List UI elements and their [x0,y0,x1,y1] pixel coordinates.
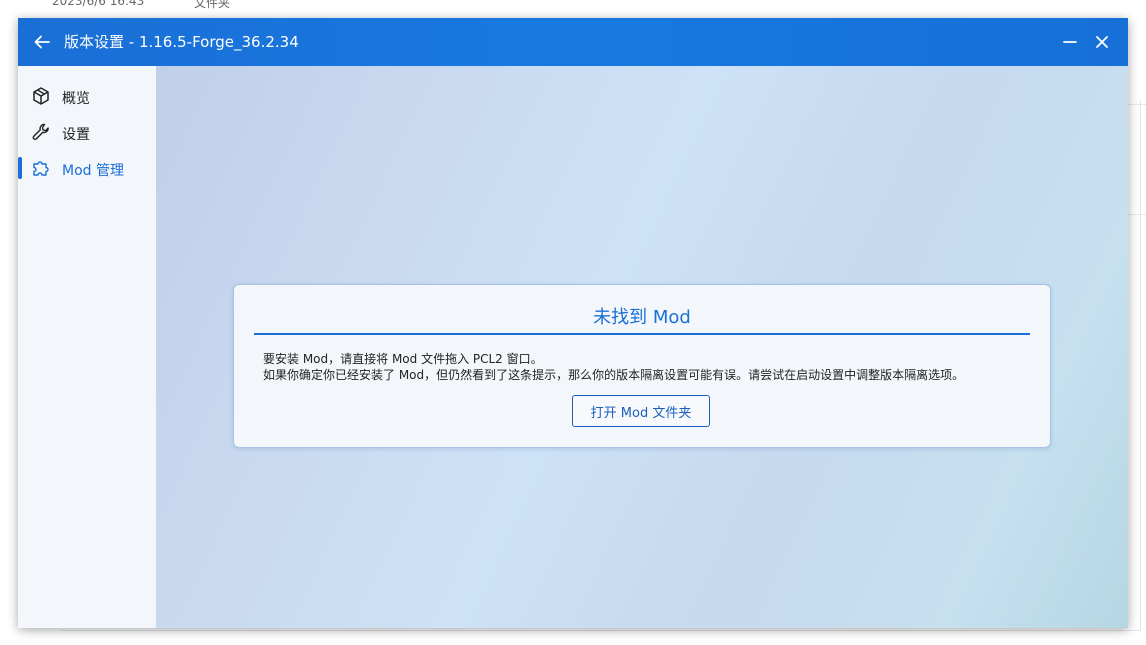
card-message-line-2: 如果你确定你已经安装了 Mod，但仍然看到了这条提示，那么你的版本隔离设置可能有… [263,368,965,382]
arrow-left-icon [34,35,50,49]
bg-date: 2023/6/6 16:43 [52,0,145,8]
open-mod-folder-button[interactable]: 打开 Mod 文件夹 [572,395,710,427]
card-message-line-1: 要安装 Mod，请直接将 Mod 文件拖入 PCL2 窗口。 [263,352,543,366]
bg-line [1128,104,1146,105]
close-icon [1096,36,1108,48]
puzzle-icon [33,161,49,176]
window-title: 版本设置 - 1.16.5-Forge_36.2.34 [64,33,299,51]
title-divider [254,333,1030,335]
minimize-icon [1063,41,1077,43]
cube-icon [33,87,49,105]
card-title: 未找到 Mod [593,307,691,328]
sidebar-item-mod-management[interactable]: Mod 管理 [18,153,156,183]
sidebar-item-overview[interactable]: 概览 [18,81,156,111]
bg-type: 文件夹 [194,0,231,10]
main-content: 未找到 Mod 要安装 Mod，请直接将 Mod 文件拖入 PCL2 窗口。 如… [156,66,1128,628]
sidebar: 概览 设置 Mod 管理 [18,66,156,628]
title-bar: 版本设置 - 1.16.5-Forge_36.2.34 [18,18,1128,66]
sidebar-item-label: 设置 [62,127,90,143]
sidebar-item-label: Mod 管理 [62,163,124,179]
sidebar-item-settings[interactable]: 设置 [18,117,156,147]
sidebar-item-label: 概览 [62,91,90,107]
back-button[interactable] [30,30,54,54]
no-mod-card: 未找到 Mod 要安装 Mod，请直接将 Mod 文件拖入 PCL2 窗口。 如… [233,284,1051,448]
close-button[interactable] [1090,30,1114,54]
bg-line [1128,214,1146,215]
minimize-button[interactable] [1058,30,1082,54]
wrench-icon [32,123,49,140]
version-settings-window: 版本设置 - 1.16.5-Forge_36.2.34 概览 设置 Mod 管理… [18,18,1128,628]
active-indicator [18,157,22,179]
